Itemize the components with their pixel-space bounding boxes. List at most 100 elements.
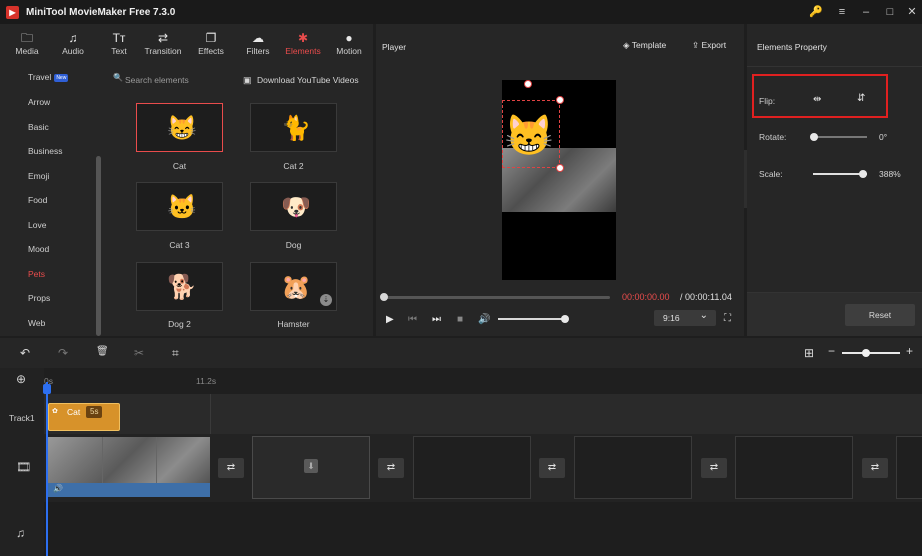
category-food[interactable]: Food	[28, 195, 47, 205]
timeline-ruler[interactable]: 0s 11.2s	[44, 368, 922, 394]
zoom-in-icon[interactable]: +	[906, 344, 913, 358]
tab-audio[interactable]: ♫ Audio	[51, 30, 95, 64]
element-tile-cat[interactable]: 😸	[136, 103, 223, 152]
resize-handle-bottom-right[interactable]	[556, 164, 564, 172]
selection-box[interactable]	[502, 100, 560, 168]
flip-vertical-icon[interactable]: ⇵	[857, 93, 865, 104]
category-arrow[interactable]: Arrow	[28, 97, 50, 107]
stop-button[interactable]: ■	[457, 314, 463, 325]
menu-icon[interactable]: ≡	[834, 4, 850, 20]
delete-icon[interactable]: 🗑	[96, 346, 109, 357]
empty-clip-slot[interactable]: ⬇	[252, 436, 370, 499]
tab-transition[interactable]: ⇄ Transition	[141, 30, 185, 64]
category-label: Travel	[28, 72, 52, 82]
previous-frame-button[interactable]: ⏮	[408, 314, 417, 325]
dog-sticker-icon: 🐕	[167, 274, 197, 301]
category-love[interactable]: Love	[28, 220, 46, 230]
fit-timeline-icon[interactable]: ⊞	[804, 346, 814, 360]
preview-canvas[interactable]: 😸	[502, 80, 616, 280]
category-mood[interactable]: Mood	[28, 244, 49, 254]
fullscreen-button[interactable]: ⛶	[724, 313, 731, 324]
tab-filters[interactable]: ☁ Filters	[236, 30, 280, 64]
category-travel[interactable]: Travel New	[28, 72, 69, 82]
playhead-handle[interactable]	[43, 384, 51, 394]
tab-effects[interactable]: ❐ Effects	[189, 30, 233, 64]
properties-title: Elements Property	[757, 42, 827, 52]
transition-slot-button[interactable]: ⇄	[378, 458, 404, 478]
category-pets[interactable]: Pets	[28, 269, 45, 279]
volume-icon[interactable]: 🔊	[53, 484, 63, 493]
properties-panel: Elements Property Flip: ⇹ ⇵ Rotate: 0° S…	[747, 24, 922, 336]
empty-clip-slot[interactable]	[413, 436, 531, 499]
search-input[interactable]: Search elements	[113, 72, 233, 88]
template-button[interactable]: ◈ Template	[623, 40, 666, 51]
scale-slider-knob[interactable]	[859, 170, 867, 178]
element-tile-cat-3[interactable]: 🐱	[136, 182, 223, 231]
timeline-zoom-slider[interactable]	[842, 352, 900, 354]
aspect-ratio-select[interactable]: 9:16 ⌄	[654, 310, 716, 326]
key-icon[interactable]: 🔑	[808, 4, 824, 20]
player-title: Player	[382, 42, 407, 52]
empty-clip-slot[interactable]	[574, 436, 692, 499]
category-scrollbar[interactable]	[96, 156, 101, 336]
minimize-button[interactable]: –	[858, 4, 874, 20]
tab-elements[interactable]: ✱ Elements	[281, 30, 325, 64]
close-button[interactable]: ✕	[904, 4, 920, 20]
download-icon: ▣	[243, 75, 252, 85]
element-tile-cat-2[interactable]: 🐈	[250, 103, 337, 152]
redo-icon[interactable]: ↷	[58, 346, 68, 360]
undo-icon[interactable]: ↶	[20, 346, 30, 360]
transition-slot-button[interactable]: ⇄	[701, 458, 727, 478]
element-clip-duration: 5s	[86, 406, 103, 418]
rotate-slider[interactable]	[813, 136, 867, 138]
add-track-icon[interactable]: ⊕	[16, 372, 26, 386]
download-youtube-button[interactable]: ▣ Download YouTube Videos	[243, 72, 359, 88]
split-icon[interactable]: ✂	[134, 346, 144, 360]
crop-icon[interactable]: ⌗	[172, 346, 179, 361]
play-button[interactable]: ▶	[386, 314, 394, 325]
timeline-zoom-knob[interactable]	[862, 349, 870, 357]
empty-clip-slot[interactable]	[896, 436, 922, 499]
video-clip[interactable]: 🔊	[48, 437, 210, 497]
tab-text[interactable]: Tт Text	[97, 30, 141, 64]
next-frame-button[interactable]: ⏭	[432, 314, 441, 325]
properties-footer: Reset	[747, 292, 922, 336]
transition-slot-button[interactable]: ⇄	[539, 458, 565, 478]
rotate-slider-knob[interactable]	[810, 133, 818, 141]
element-tile-hamster[interactable]: 🐹 ⇣	[250, 262, 337, 311]
element-tile-dog[interactable]: 🐶	[250, 182, 337, 231]
scale-label: Scale:	[759, 169, 783, 179]
zoom-out-icon[interactable]: −	[828, 344, 835, 358]
tab-media[interactable]: 🗀 Media	[5, 30, 49, 64]
category-web[interactable]: Web	[28, 318, 45, 328]
tab-motion[interactable]: ● Motion	[327, 30, 371, 64]
transition-slot-button[interactable]: ⇄	[218, 458, 244, 478]
element-label: Hamster	[277, 319, 310, 329]
category-props[interactable]: Props	[28, 293, 50, 303]
category-basic[interactable]: Basic	[28, 122, 49, 132]
volume-icon[interactable]: 🔊	[478, 314, 490, 325]
audio-track-icon: ♫	[16, 526, 25, 540]
track1-label: Track1	[9, 413, 35, 423]
element-tile-dog-2[interactable]: 🐕	[136, 262, 223, 311]
category-business[interactable]: Business	[28, 146, 63, 156]
resize-handle-top-right[interactable]	[556, 96, 564, 104]
empty-clip-slot[interactable]	[735, 436, 853, 499]
playhead[interactable]	[46, 382, 48, 556]
category-emoji[interactable]: Emoji	[28, 171, 49, 181]
transition-slot-button[interactable]: ⇄	[862, 458, 888, 478]
playback-progress-bar[interactable]	[384, 296, 610, 299]
export-button[interactable]: ⇪ Export	[692, 40, 726, 51]
rotate-label: Rotate:	[759, 132, 787, 142]
element-clip-cat[interactable]: ✿ Cat 5s	[48, 403, 120, 431]
volume-slider[interactable]	[498, 318, 564, 320]
rotate-handle[interactable]	[524, 80, 532, 88]
playback-progress-knob[interactable]	[380, 293, 388, 301]
maximize-button[interactable]: □	[882, 4, 898, 20]
download-badge-icon[interactable]: ⇣	[320, 294, 332, 306]
reset-button[interactable]: Reset	[845, 304, 915, 326]
flip-horizontal-icon[interactable]: ⇹	[813, 94, 821, 105]
placeholder-icon: ⬇	[304, 459, 318, 473]
element-clip-icon: ✿	[52, 408, 58, 415]
volume-slider-knob[interactable]	[561, 315, 569, 323]
